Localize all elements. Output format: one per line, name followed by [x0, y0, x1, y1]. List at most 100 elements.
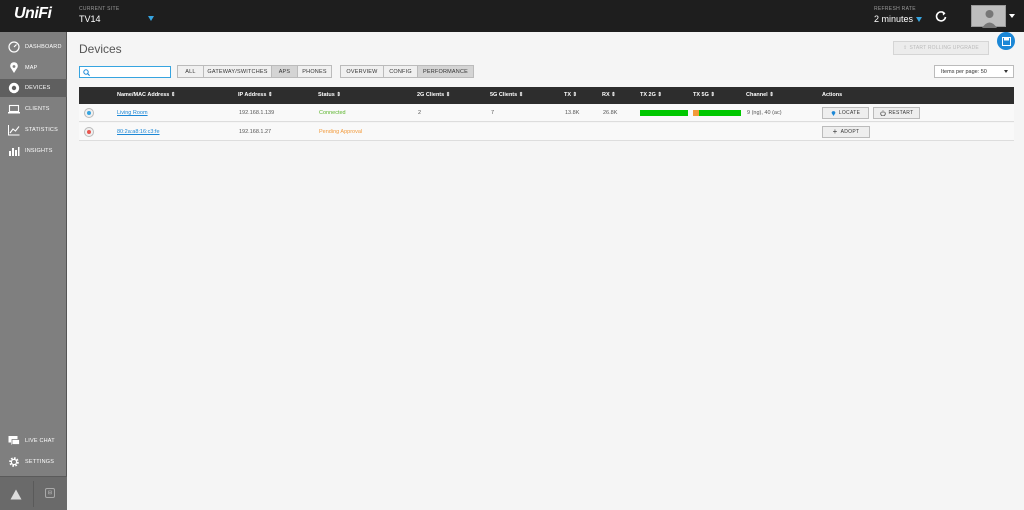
- filter-phones-button[interactable]: PHONES: [297, 65, 332, 78]
- sidebar-item-clients[interactable]: CLIENTS: [0, 100, 67, 118]
- sidebar-item-label: INSIGHTS: [25, 148, 53, 154]
- current-site-label: CURRENT SITE: [79, 6, 120, 12]
- sidebar-item-label: DASHBOARD: [25, 44, 62, 50]
- refresh-rate-label: REFRESH RATE: [874, 6, 916, 12]
- adopt-label: ADOPT: [840, 129, 860, 135]
- view-performance-button[interactable]: PERFORMANCE: [417, 65, 474, 78]
- device-ip: 192.168.1.139: [239, 110, 275, 116]
- save-icon: [1001, 36, 1011, 46]
- search-icon: [83, 69, 90, 76]
- rolling-upgrade-label: START ROLLING UPGRADE: [909, 45, 979, 51]
- sidebar-footer: ⊟: [0, 476, 67, 510]
- sidebar-item-label: CLIENTS: [25, 106, 50, 112]
- column-header-5g-clients[interactable]: 5G Clients ⇕: [490, 92, 523, 98]
- items-per-page-value: Items per page: 50: [941, 68, 987, 75]
- tx-5g-utilization-bar: [693, 110, 741, 116]
- locate-button[interactable]: LOCATE: [822, 107, 869, 119]
- chevron-down-icon[interactable]: [148, 16, 154, 21]
- clients-icon: [8, 104, 20, 114]
- sidebar-item-insights[interactable]: INSIGHTS: [0, 142, 67, 160]
- device-tx: 13.8K: [565, 110, 580, 116]
- device-ip: 192.168.1.27: [239, 129, 272, 135]
- chevron-down-icon[interactable]: [916, 17, 922, 22]
- device-5g-clients: 7: [491, 110, 495, 116]
- tx-2g-utilization-bar: [640, 110, 688, 116]
- device-status-icon: [84, 127, 94, 137]
- page-title: Devices: [79, 42, 122, 56]
- devices-icon: [8, 82, 20, 94]
- device-type-filter: ALL GATEWAY/SWITCHES APS PHONES: [177, 65, 332, 78]
- sidebar-item-label: STATISTICS: [25, 127, 58, 133]
- start-rolling-upgrade-button[interactable]: ⇪ START ROLLING UPGRADE: [893, 41, 989, 55]
- device-rx: 26.8K: [603, 110, 618, 116]
- filter-aps-button[interactable]: APS: [271, 65, 298, 78]
- chevron-down-icon: [1004, 70, 1008, 73]
- filter-all-button[interactable]: ALL: [177, 65, 204, 78]
- alert-icon[interactable]: [10, 489, 22, 500]
- plus-icon: +: [832, 127, 838, 136]
- column-header-tx-2g[interactable]: TX 2G ⇕: [640, 92, 662, 98]
- refresh-icon[interactable]: [934, 9, 948, 23]
- locate-label: LOCATE: [838, 110, 861, 116]
- sidebar-item-label: DEVICES: [25, 85, 51, 91]
- sidebar-item-label: SETTINGS: [25, 459, 55, 465]
- user-icon: [982, 10, 997, 28]
- chat-icon: [8, 436, 20, 445]
- current-site-selector[interactable]: TV14: [79, 14, 101, 24]
- sidebar-item-map[interactable]: MAP: [0, 59, 67, 77]
- chevron-down-icon[interactable]: [1009, 14, 1015, 18]
- items-per-page-select[interactable]: Items per page: 50: [934, 65, 1014, 78]
- column-header-status[interactable]: Status ⇕: [318, 92, 341, 98]
- column-header-tx-5g[interactable]: TX 5G ⇕: [693, 92, 715, 98]
- top-bar: UniFi CURRENT SITE TV14 REFRESH RATE 2 m…: [0, 0, 1024, 32]
- gear-icon: [9, 457, 19, 467]
- column-header-rx[interactable]: RX ⇕: [602, 92, 616, 98]
- filter-gateway-switches-button[interactable]: GATEWAY/SWITCHES: [203, 65, 272, 78]
- sidebar-item-settings[interactable]: SETTINGS: [0, 453, 67, 471]
- sidebar-item-live-chat[interactable]: LIVE CHAT: [0, 432, 67, 450]
- column-header-ip[interactable]: IP Address ⇕: [238, 92, 273, 98]
- column-header-2g-clients[interactable]: 2G Clients ⇕: [417, 92, 450, 98]
- device-name-link[interactable]: Living Room: [117, 110, 148, 116]
- power-icon: [879, 110, 886, 116]
- sidebar-item-devices[interactable]: DEVICES: [0, 79, 67, 97]
- avatar[interactable]: [971, 5, 1006, 28]
- insights-icon: [9, 147, 20, 156]
- divider: [33, 481, 34, 507]
- restart-button[interactable]: RESTART: [873, 107, 920, 119]
- sidebar-item-label: MAP: [25, 65, 38, 71]
- events-icon[interactable]: ⊟: [45, 488, 55, 498]
- property-panel-button[interactable]: [997, 32, 1015, 50]
- logo-text: UniFi: [14, 5, 52, 22]
- device-status-icon: [84, 108, 94, 118]
- map-pin-icon: [831, 111, 836, 116]
- search-input[interactable]: [79, 66, 171, 78]
- column-header-tx[interactable]: TX ⇕: [564, 92, 577, 98]
- dashboard-icon: [8, 41, 20, 53]
- view-overview-button[interactable]: OVERVIEW: [340, 65, 384, 78]
- adopt-button[interactable]: + ADOPT: [822, 126, 870, 138]
- restart-label: RESTART: [888, 110, 914, 116]
- device-mac-link[interactable]: 80:2a:a8:16:c3:fe: [117, 129, 160, 135]
- sidebar-item-label: LIVE CHAT: [25, 438, 55, 444]
- map-pin-icon: [10, 62, 18, 73]
- view-config-button[interactable]: CONFIG: [383, 65, 418, 78]
- devices-table-header: Name/MAC Address ⇕ IP Address ⇕ Status ⇕…: [79, 87, 1014, 104]
- device-status: Pending Approval: [319, 129, 363, 135]
- refresh-rate-selector[interactable]: 2 minutes: [874, 14, 913, 24]
- sidebar: DASHBOARD MAP DEVICES CLIENTS STATISTICS…: [0, 32, 67, 510]
- device-2g-clients: 2: [418, 110, 422, 116]
- device-status: Connected: [319, 110, 346, 116]
- view-mode-toggle: OVERVIEW CONFIG PERFORMANCE: [340, 65, 474, 78]
- column-header-name[interactable]: Name/MAC Address ⇕: [117, 92, 176, 98]
- sidebar-item-dashboard[interactable]: DASHBOARD: [0, 38, 67, 56]
- column-header-actions: Actions: [822, 92, 843, 98]
- statistics-icon: [8, 125, 20, 136]
- column-header-channel[interactable]: Channel ⇕: [746, 92, 774, 98]
- device-channel: 9 (ng), 40 (ac): [747, 110, 782, 116]
- upgrade-icon: ⇪: [903, 45, 908, 51]
- table-row[interactable]: 80:2a:a8:16:c3:fe 192.168.1.27 Pending A…: [79, 123, 1014, 141]
- sidebar-item-statistics[interactable]: STATISTICS: [0, 121, 67, 139]
- unifi-logo[interactable]: UniFi: [0, 0, 67, 32]
- table-row[interactable]: Living Room 192.168.1.139 Connected 2 7 …: [79, 104, 1014, 122]
